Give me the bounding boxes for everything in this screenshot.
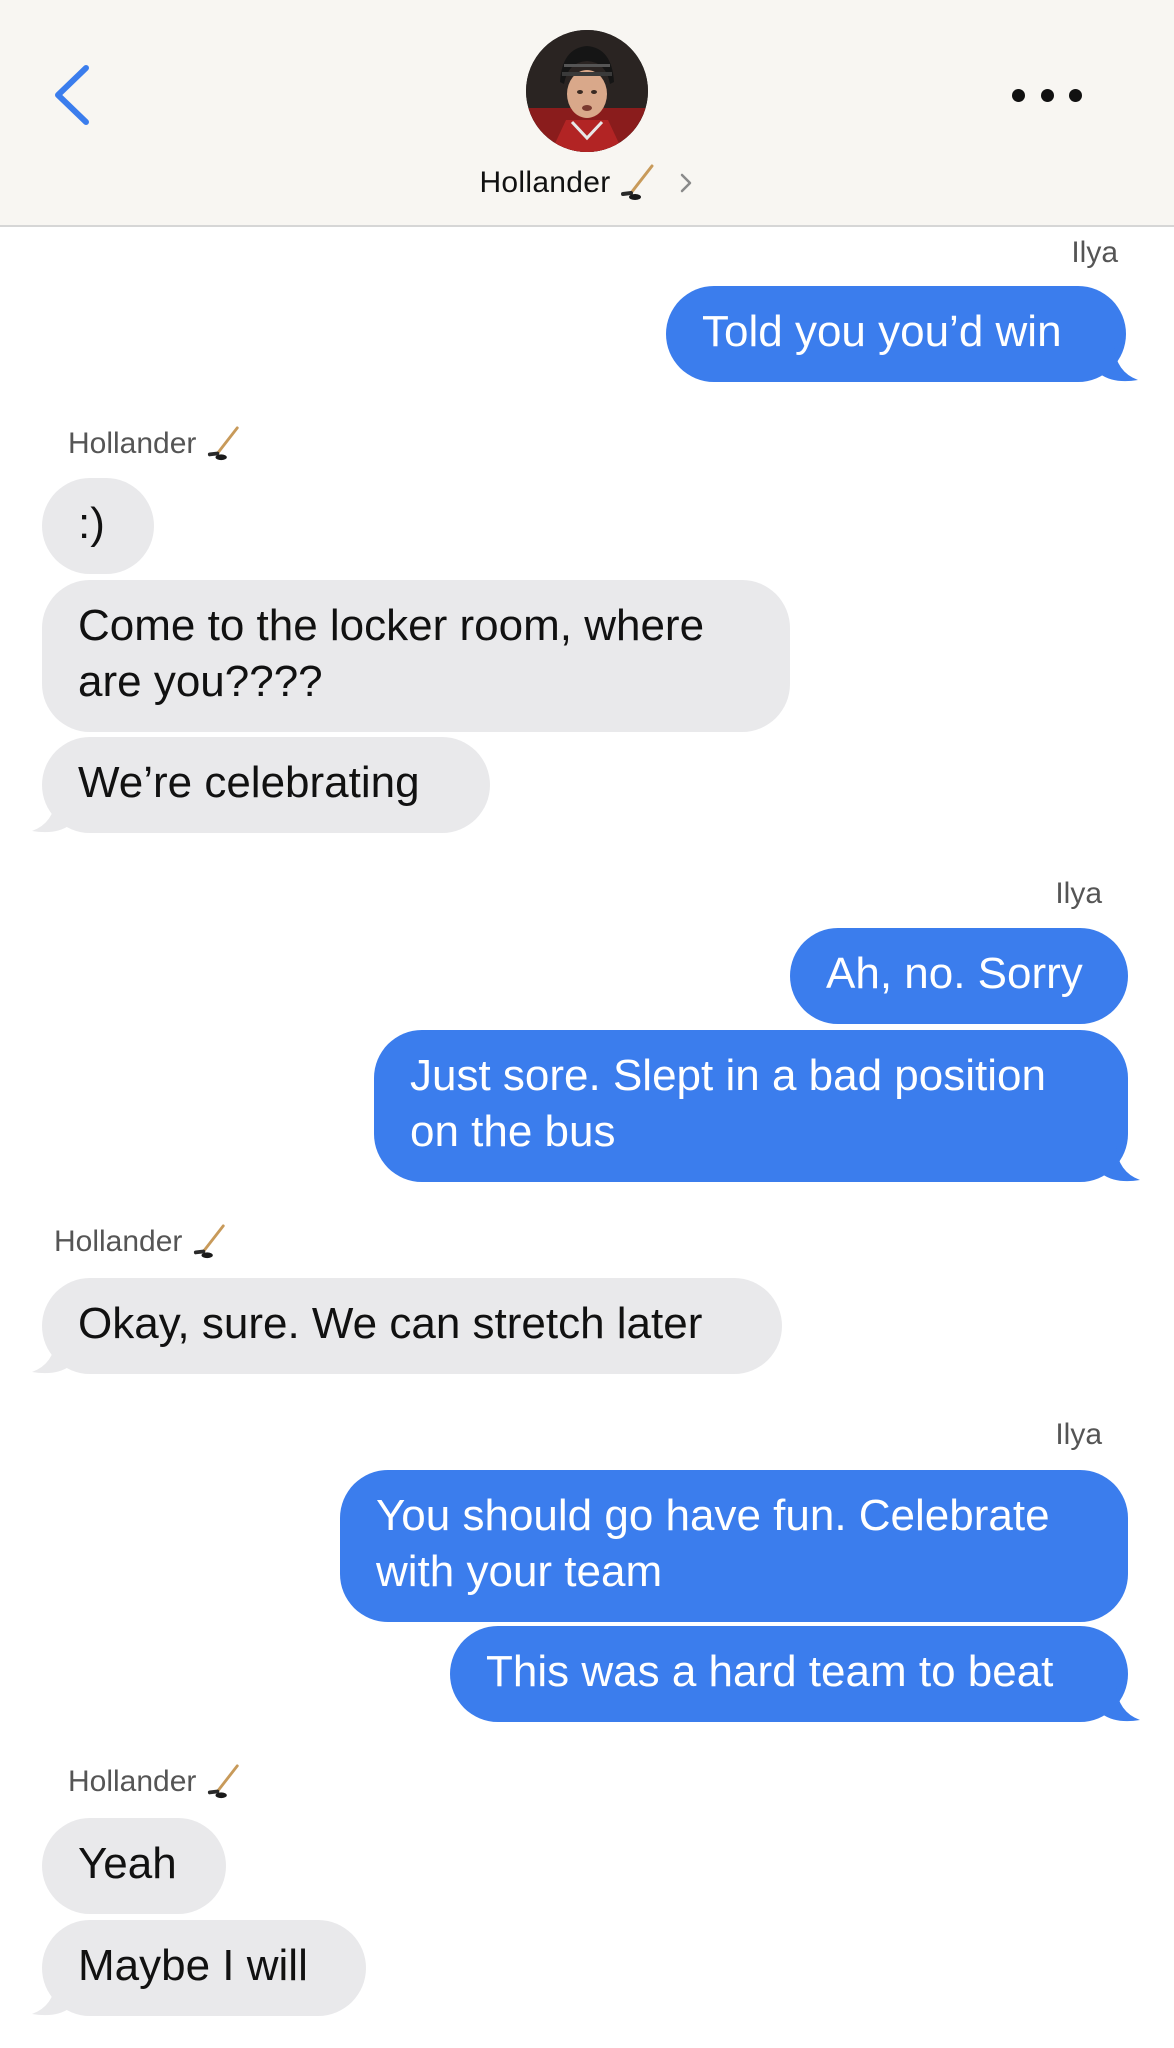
- outgoing-message[interactable]: You should go have fun. Celebrate with yo…: [340, 1470, 1128, 1622]
- incoming-message[interactable]: Yeah: [42, 1818, 226, 1914]
- bubble-tail: [1102, 1686, 1140, 1722]
- outgoing-message[interactable]: Told you you’d win: [666, 286, 1126, 382]
- sender-name: Hollander: [54, 1225, 183, 1258]
- bubble-tail: [32, 1338, 70, 1374]
- outgoing-message[interactable]: This was a hard team to beat: [450, 1626, 1128, 1722]
- hockey-stick-icon: [208, 1764, 240, 1799]
- outgoing-message[interactable]: Ah, no. Sorry: [790, 928, 1128, 1024]
- sender-label: Ilya: [1071, 233, 1118, 273]
- bubble-tail: [1102, 1146, 1140, 1182]
- sender-label: Hollander: [68, 1762, 242, 1802]
- sender-name: Ilya: [1055, 877, 1102, 910]
- outgoing-message[interactable]: Just sore. Slept in a bad position on the…: [374, 1030, 1128, 1182]
- incoming-message[interactable]: Okay, sure. We can stretch later: [42, 1278, 782, 1374]
- chevron-right-icon: [680, 173, 691, 193]
- sender-label: Hollander: [54, 1222, 228, 1262]
- ellipsis-icon: [1012, 88, 1025, 102]
- sender-name: Hollander: [68, 1765, 197, 1798]
- contact-name-button[interactable]: Hollander: [0, 160, 1174, 206]
- sender-name: Hollander: [68, 427, 197, 460]
- bubble-tail: [1100, 346, 1138, 382]
- bubble-tail: [32, 1980, 70, 2016]
- sender-name: Ilya: [1071, 236, 1118, 269]
- messages-screen: Hollander Ilya Told you you’d win Hollande…: [0, 0, 1174, 2048]
- sender-label: Ilya: [1055, 874, 1102, 914]
- sender-label: Hollander: [68, 424, 242, 464]
- incoming-message[interactable]: Come to the locker room, where are you???…: [42, 580, 790, 732]
- hockey-stick-icon: [620, 164, 654, 200]
- incoming-message[interactable]: We’re celebrating: [42, 737, 490, 833]
- incoming-message[interactable]: Maybe I will: [42, 1920, 366, 2016]
- incoming-message[interactable]: :): [42, 478, 154, 574]
- avatar[interactable]: [526, 30, 648, 152]
- hockey-stick-icon: [208, 426, 240, 461]
- chevron-left-icon: [55, 65, 89, 125]
- contact-name: Hollander: [479, 166, 611, 199]
- more-options-button[interactable]: [1012, 80, 1082, 110]
- hockey-stick-icon: [194, 1224, 226, 1259]
- bubble-tail: [32, 797, 70, 833]
- sender-label: Ilya: [1055, 1415, 1102, 1455]
- sender-name: Ilya: [1055, 1418, 1102, 1451]
- back-button[interactable]: [48, 60, 98, 130]
- conversation-header: Hollander: [0, 0, 1174, 227]
